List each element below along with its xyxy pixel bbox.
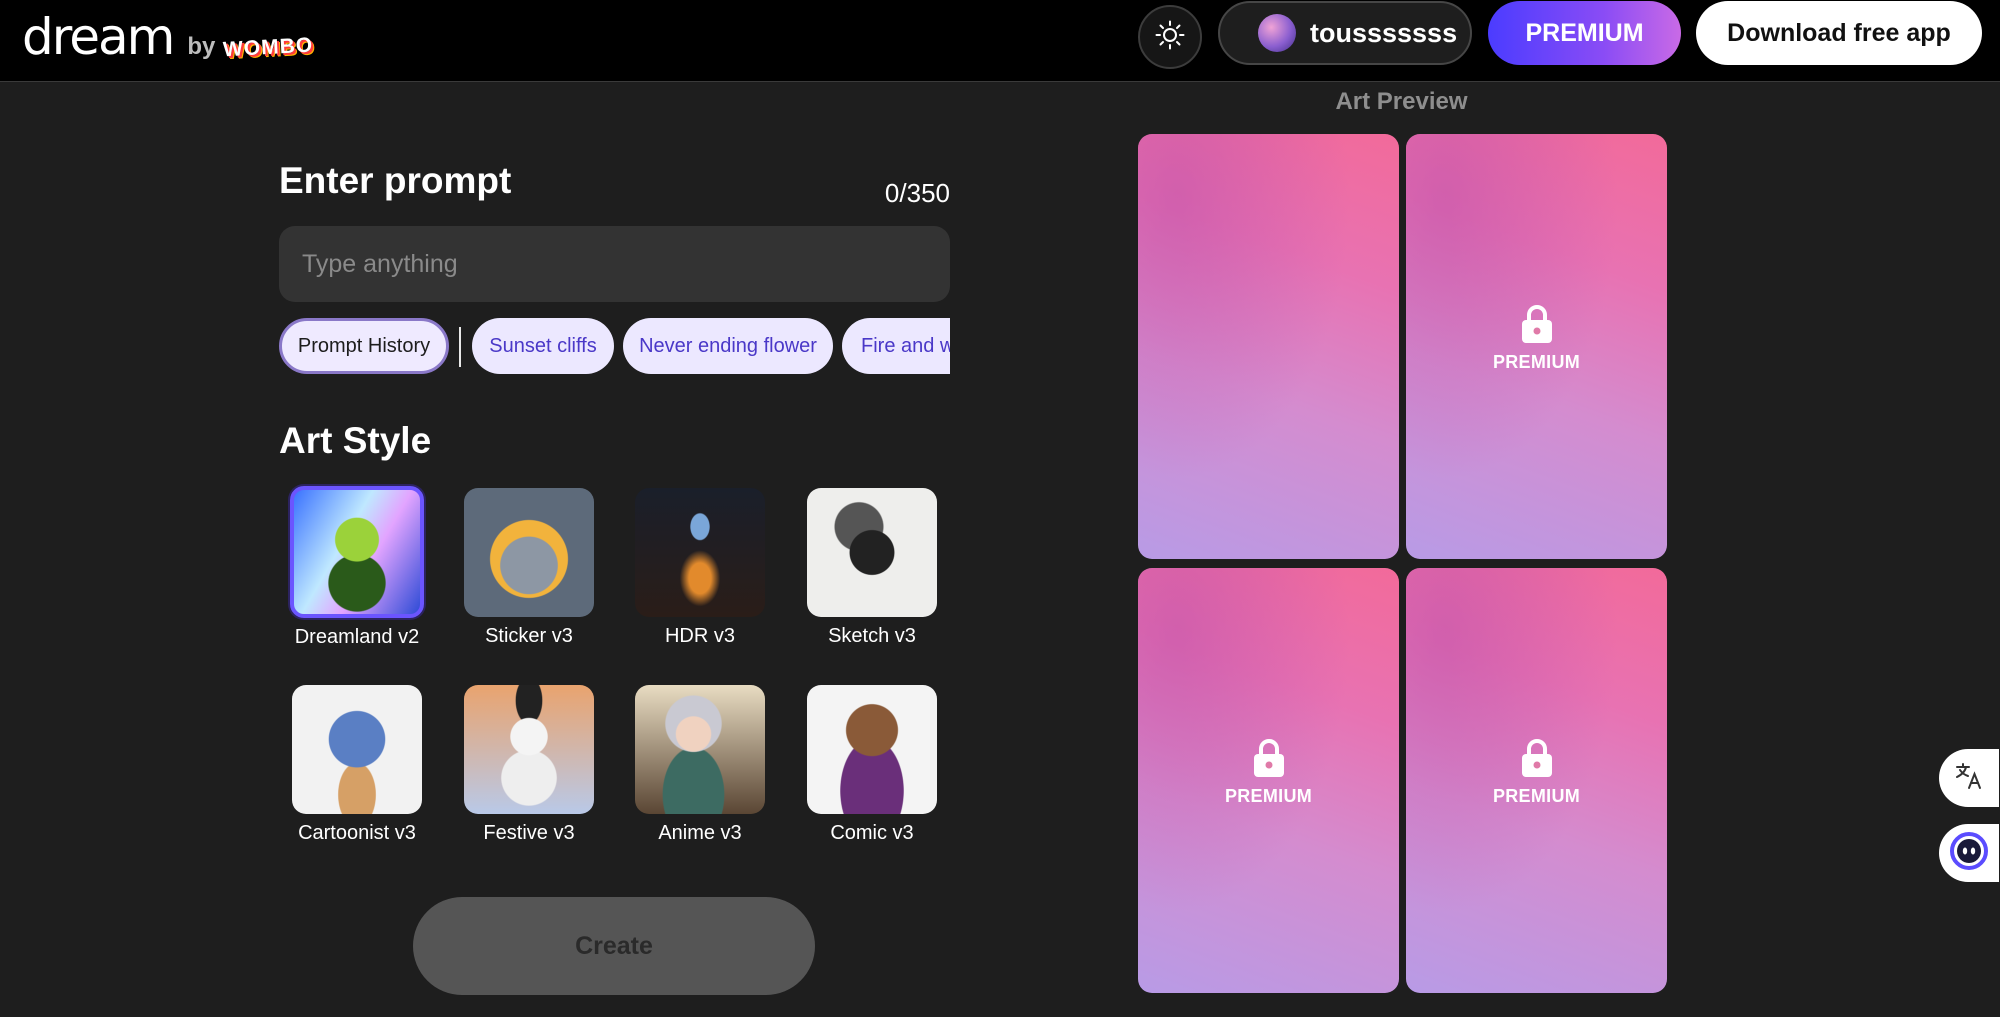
style-dreamland[interactable]: Dreamland v2	[290, 486, 424, 649]
premium-lock-overlay: PREMIUM	[1406, 738, 1667, 807]
logo-by-text: by	[187, 33, 216, 60]
style-thumbnail	[292, 685, 422, 814]
style-thumbnail	[290, 486, 424, 618]
style-label: Sketch v3	[828, 625, 916, 647]
art-style-heading: Art Style	[279, 420, 432, 461]
preview-card-locked[interactable]: PREMIUM	[1138, 568, 1399, 993]
char-counter: 0/350	[884, 178, 950, 208]
style-sketch[interactable]: Sketch v3	[807, 488, 937, 648]
enter-prompt-heading: Enter prompt	[279, 160, 512, 201]
prompt-suggestions: Prompt History Sunset cliffs Never endin…	[279, 318, 950, 376]
style-label: Comic v3	[830, 822, 914, 844]
premium-label: PREMIUM	[1224, 786, 1313, 806]
prompt-input[interactable]	[279, 226, 950, 302]
suggestion-chip[interactable]: Never ending flower	[623, 318, 833, 374]
avatar	[1258, 14, 1296, 52]
style-cartoonist[interactable]: Cartoonist v3	[292, 685, 422, 845]
style-thumbnail	[807, 488, 937, 617]
theme-toggle-button[interactable]	[1138, 5, 1202, 69]
chip-divider	[459, 327, 461, 367]
assistant-face-icon	[1950, 831, 1988, 875]
sun-icon	[1155, 20, 1185, 55]
assistant-button[interactable]	[1939, 824, 1999, 882]
style-thumbnail	[464, 685, 594, 814]
dream-logo[interactable]: dream by WOMBO	[22, 8, 314, 66]
username: tousssssss	[1310, 17, 1458, 48]
premium-label: PREMIUM	[1492, 352, 1581, 372]
style-thumbnail	[807, 685, 937, 814]
translate-button[interactable]	[1939, 749, 1999, 807]
style-thumbnail	[464, 488, 594, 617]
wombo-logo: WOMBO	[222, 33, 314, 62]
lock-icon	[1520, 738, 1554, 778]
user-profile-button[interactable]: tousssssss	[1218, 1, 1472, 65]
suggestion-chip[interactable]: Sunset cliffs	[472, 318, 614, 374]
style-label: Cartoonist v3	[298, 822, 416, 844]
top-bar: dream by WOMBO tousssssss PREMIUM Downlo…	[0, 0, 2000, 82]
style-hdr[interactable]: HDR v3	[635, 488, 765, 648]
style-comic[interactable]: Comic v3	[807, 685, 937, 845]
art-preview-heading: Art Preview	[1335, 88, 1468, 115]
prompt-history-button[interactable]: Prompt History	[279, 318, 449, 374]
lock-icon	[1520, 304, 1554, 344]
style-label: HDR v3	[664, 625, 735, 647]
suggestion-chip[interactable]: Fire and water	[842, 318, 950, 374]
style-label: Sticker v3	[485, 625, 573, 647]
premium-button[interactable]: PREMIUM	[1488, 1, 1681, 65]
style-label: Dreamland v2	[294, 626, 420, 648]
logo-dream-text: dream	[22, 8, 175, 66]
preview-card-locked[interactable]: PREMIUM	[1406, 134, 1667, 559]
premium-lock-overlay: PREMIUM	[1406, 304, 1667, 373]
lock-icon	[1252, 738, 1286, 778]
premium-lock-overlay: PREMIUM	[1138, 738, 1399, 807]
style-sticker[interactable]: Sticker v3	[464, 488, 594, 648]
create-button[interactable]: Create	[413, 897, 815, 995]
style-thumbnail	[635, 685, 765, 814]
style-label: Festive v3	[483, 822, 575, 844]
style-anime[interactable]: Anime v3	[635, 685, 765, 845]
preview-card	[1138, 134, 1399, 559]
preview-card-locked[interactable]: PREMIUM	[1406, 568, 1667, 993]
style-festive[interactable]: Festive v3	[464, 685, 594, 845]
style-label: Anime v3	[658, 822, 742, 844]
style-thumbnail	[635, 488, 765, 617]
translate-icon	[1954, 761, 1984, 796]
download-app-button[interactable]: Download free app	[1696, 1, 1982, 65]
premium-label: PREMIUM	[1492, 786, 1581, 806]
